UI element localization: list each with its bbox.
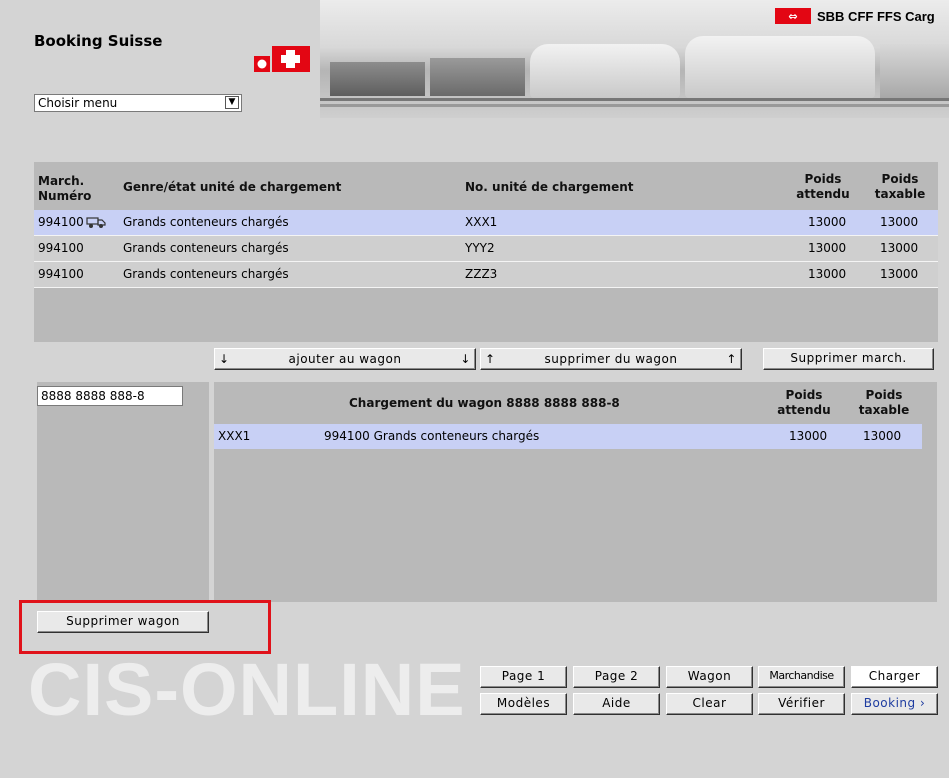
sbb-arrows-icon: ⇔ — [775, 8, 811, 24]
cis-online-watermark: CIS-ONLINE — [28, 648, 466, 731]
swiss-flag-icon — [254, 46, 310, 72]
menu-select-value: Choisir menu — [38, 96, 118, 110]
arrow-up-icon: ↑ — [485, 352, 496, 366]
arrow-down-icon: ↓ — [460, 352, 471, 366]
header-no-unite: No. unité de chargement — [465, 180, 634, 194]
table-row[interactable]: 994100 Grands conteneurs chargés XXX1 13… — [34, 210, 938, 235]
row-divider — [34, 287, 938, 288]
marchandise-button[interactable]: Marchandise — [758, 666, 845, 688]
modeles-button[interactable]: Modèles — [480, 693, 567, 715]
wagon-load-title: Chargement du wagon 8888 8888 888-8 — [349, 396, 620, 410]
wagon-list-panel — [37, 382, 209, 602]
header-march: March. Numéro — [38, 174, 92, 203]
table-row[interactable]: 994100 Grands conteneurs chargés ZZZ3 13… — [34, 262, 938, 287]
table-row[interactable]: 994100 Grands conteneurs chargés YYY2 13… — [34, 236, 938, 261]
header-genre: Genre/état unité de chargement — [123, 180, 342, 194]
remove-from-wagon-button[interactable]: ↑ supprimer du wagon ↑ — [480, 348, 742, 370]
consignment-table: March. Numéro Genre/état unité de charge… — [34, 162, 938, 342]
brand-text: SBB CFF FFS Carg — [817, 8, 935, 24]
delete-march-button[interactable]: Supprimer march. — [763, 348, 934, 370]
arrow-up-icon: ↑ — [726, 352, 737, 366]
booking-button[interactable]: Booking › — [851, 693, 938, 715]
clear-button[interactable]: Clear — [666, 693, 753, 715]
header-poids-attendu: Poids attendu — [796, 172, 850, 201]
wagon-load-table: Chargement du wagon 8888 8888 888-8 Poid… — [214, 382, 937, 602]
charger-button[interactable]: Charger — [851, 666, 938, 688]
page2-button[interactable]: Page 2 — [573, 666, 660, 688]
aide-button[interactable]: Aide — [573, 693, 660, 715]
app-title: Booking Suisse — [34, 32, 163, 50]
truck-icon — [86, 217, 106, 228]
sbb-logo: ⇔ SBB CFF FFS Carg — [775, 8, 935, 24]
wagon-button[interactable]: Wagon — [666, 666, 753, 688]
header-poids-taxable: Poids taxable — [874, 172, 926, 201]
wagon-number-input[interactable]: 8888 8888 888-8 — [37, 386, 183, 406]
add-to-wagon-button[interactable]: ↓ ajouter au wagon ↓ — [214, 348, 476, 370]
chevron-down-icon[interactable]: ▼ — [225, 96, 239, 109]
menu-select[interactable]: Choisir menu ▼ — [34, 94, 242, 112]
wagon-header-poids-taxable: Poids taxable — [858, 388, 910, 417]
highlight-box — [19, 600, 271, 654]
wagon-header-poids-attendu: Poids attendu — [777, 388, 831, 417]
verifier-button[interactable]: Vérifier — [758, 693, 845, 715]
page1-button[interactable]: Page 1 — [480, 666, 567, 688]
wagon-load-row[interactable]: XXX1 994100 Grands conteneurs chargés 13… — [214, 424, 922, 449]
arrow-down-icon: ↓ — [219, 352, 230, 366]
